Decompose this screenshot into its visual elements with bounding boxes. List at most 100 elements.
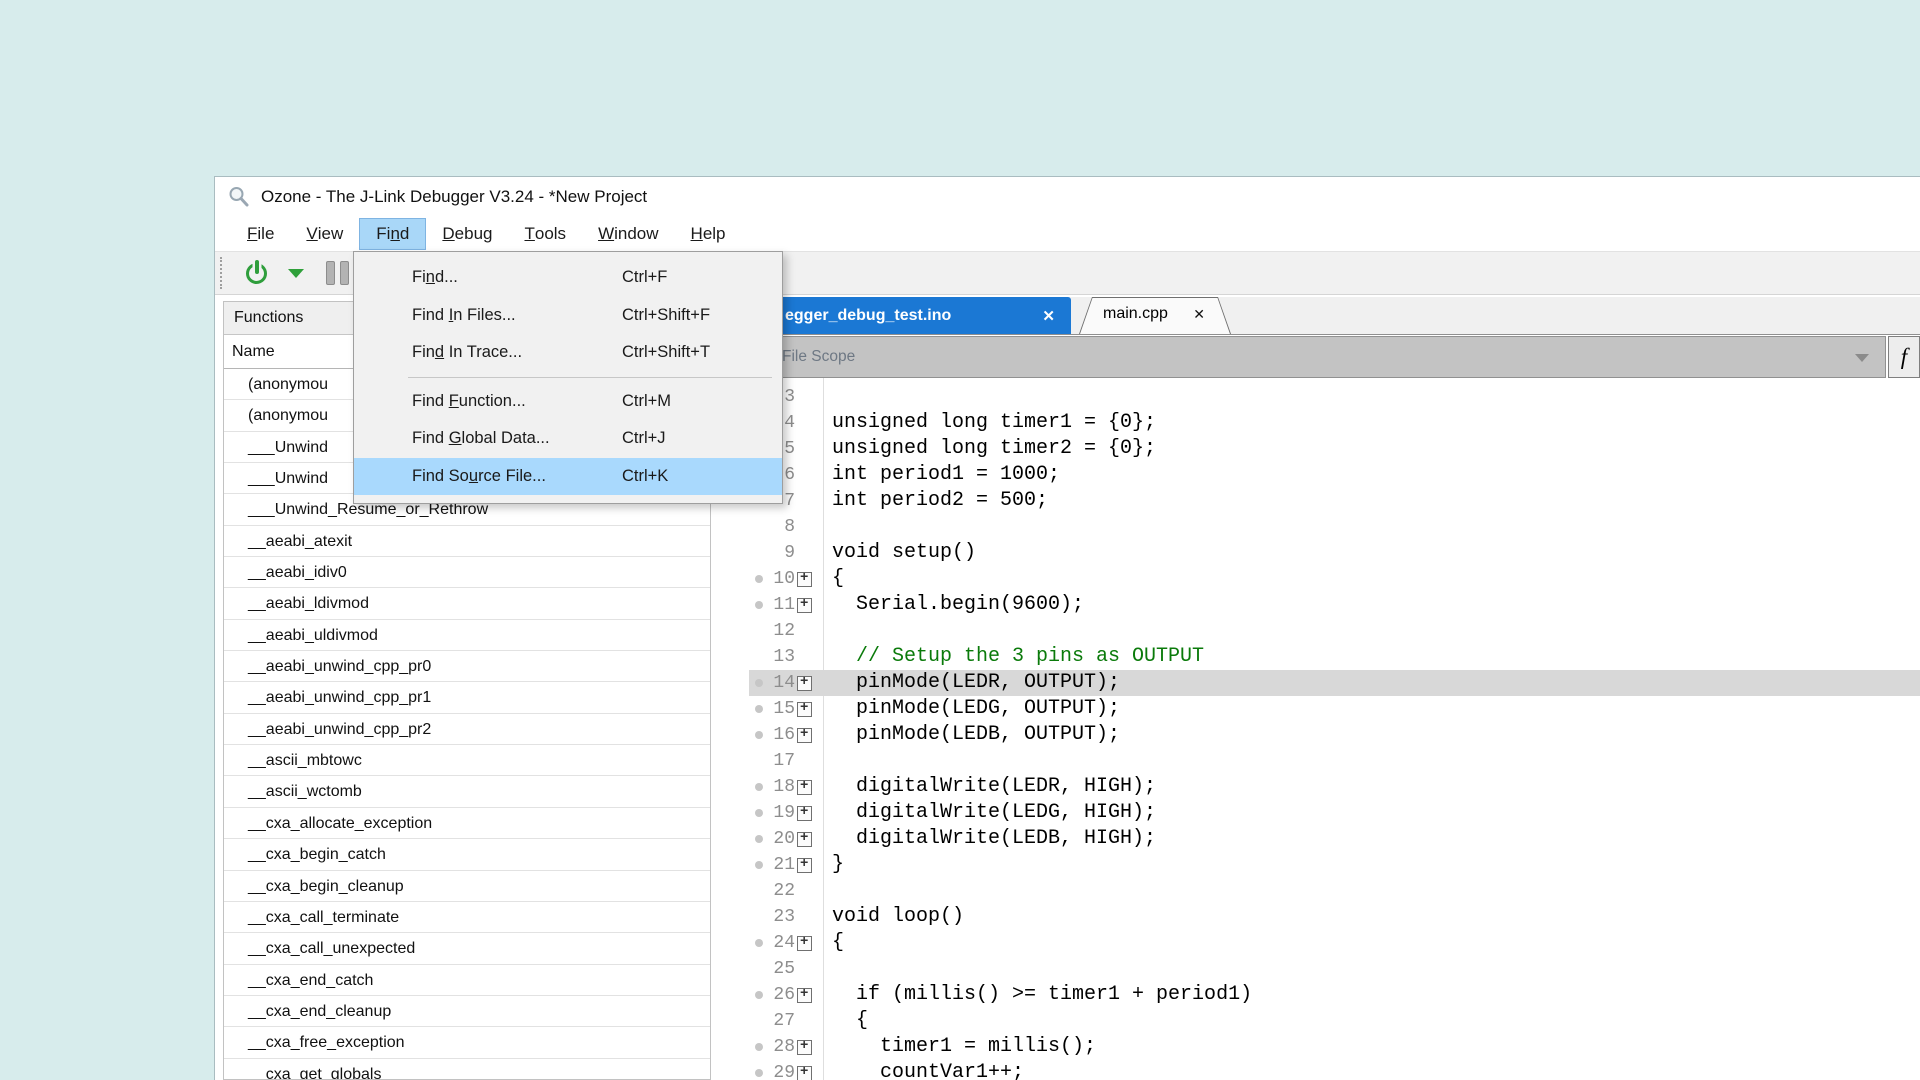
function-list-item[interactable]: __aeabi_unwind_cpp_pr1 (224, 682, 710, 713)
function-list-item[interactable]: __aeabi_idiv0 (224, 557, 710, 588)
menu-debug[interactable]: Debug (426, 218, 508, 250)
function-list-item[interactable]: __ascii_mbtowc (224, 745, 710, 776)
breakpoint-dot[interactable] (755, 861, 763, 869)
function-list-item[interactable]: __aeabi_ldivmod (224, 588, 710, 619)
breakpoint-dot[interactable] (755, 835, 763, 843)
code-line[interactable]: 14 pinMode(LEDR, OUTPUT); (749, 670, 1920, 696)
code-line[interactable]: 18 digitalWrite(LEDR, HIGH); (749, 774, 1920, 800)
expand-line-icon[interactable] (797, 702, 812, 717)
code-line[interactable]: 19 digitalWrite(LEDG, HIGH); (749, 800, 1920, 826)
function-list-item[interactable]: __cxa_allocate_exception (224, 808, 710, 839)
breakpoint-dot[interactable] (755, 575, 763, 583)
breakpoint-dot[interactable] (755, 809, 763, 817)
function-list-item[interactable]: __cxa_call_unexpected (224, 933, 710, 964)
function-list-item[interactable]: __cxa_free_exception (224, 1027, 710, 1058)
menu-view[interactable]: View (290, 218, 359, 250)
code-line[interactable]: 22 (749, 878, 1920, 904)
function-list-item[interactable]: __aeabi_unwind_cpp_pr0 (224, 651, 710, 682)
code-line[interactable]: 10{ (749, 566, 1920, 592)
pause-icon[interactable] (326, 261, 349, 285)
function-list-item[interactable]: __cxa_end_cleanup (224, 996, 710, 1027)
breakpoint-dot[interactable] (755, 783, 763, 791)
tab-main-cpp[interactable]: main.cpp ✕ (1079, 297, 1231, 334)
code-line[interactable]: 3 (749, 384, 1920, 410)
code-line[interactable]: 7int period2 = 500; (749, 488, 1920, 514)
code-line[interactable]: 27 { (749, 1008, 1920, 1034)
menu-item-find-global-data[interactable]: Find Global Data...Ctrl+J (354, 420, 782, 458)
expand-line-icon[interactable] (797, 988, 812, 1003)
code-line[interactable]: 8 (749, 514, 1920, 540)
code-line[interactable]: 6int period1 = 1000; (749, 462, 1920, 488)
menu-find[interactable]: Find (359, 218, 426, 250)
power-button-icon[interactable] (243, 260, 270, 287)
code-line[interactable]: 24{ (749, 930, 1920, 956)
breakpoint-dot[interactable] (755, 1043, 763, 1051)
toolbar-grip-handle[interactable] (220, 257, 225, 289)
function-list-item[interactable]: __cxa_end_catch (224, 965, 710, 996)
function-list-item[interactable]: __cxa_call_terminate (224, 902, 710, 933)
menu-item-find-in-trace[interactable]: Find In Trace...Ctrl+Shift+T (354, 334, 782, 372)
menu-item-find-in-files[interactable]: Find In Files...Ctrl+Shift+F (354, 297, 782, 335)
breakpoint-dot[interactable] (755, 991, 763, 999)
code-line[interactable]: 28 timer1 = millis(); (749, 1034, 1920, 1060)
code-editor[interactable]: 34unsigned long timer1 = {0};5unsigned l… (749, 378, 1920, 1080)
expand-line-icon[interactable] (797, 936, 812, 951)
expand-line-icon[interactable] (797, 598, 812, 613)
function-list-item[interactable]: __cxa_begin_cleanup (224, 871, 710, 902)
expand-line-icon[interactable] (797, 858, 812, 873)
expand-line-icon[interactable] (797, 728, 812, 743)
power-dropdown-icon[interactable] (288, 269, 304, 278)
breakpoint-dot[interactable] (755, 939, 763, 947)
tab-debug-test-ino[interactable]: egger_debug_test.ino ✕ (749, 297, 1071, 334)
code-line[interactable]: 5unsigned long timer2 = {0}; (749, 436, 1920, 462)
breakpoint-dot[interactable] (755, 679, 763, 687)
function-list-button[interactable]: f (1888, 336, 1920, 378)
code-line[interactable]: 11 Serial.begin(9600); (749, 592, 1920, 618)
expand-line-icon[interactable] (797, 806, 812, 821)
code-line[interactable]: 4unsigned long timer1 = {0}; (749, 410, 1920, 436)
expand-line-icon[interactable] (797, 676, 812, 691)
menu-item-shortcut: Ctrl+Shift+F (622, 306, 782, 325)
menu-item-find-source-file[interactable]: Find Source File...Ctrl+K (354, 458, 782, 496)
chevron-down-icon[interactable] (1855, 354, 1869, 362)
code-line[interactable]: 29 countVar1++; (749, 1060, 1920, 1080)
function-list-item[interactable]: __aeabi_uldivmod (224, 620, 710, 651)
code-line[interactable]: 26 if (millis() >= timer1 + period1) (749, 982, 1920, 1008)
expand-line-icon[interactable] (797, 1040, 812, 1055)
menu-file[interactable]: File (231, 218, 290, 250)
expand-line-icon[interactable] (797, 572, 812, 587)
code-line[interactable]: 12 (749, 618, 1920, 644)
code-line[interactable]: 21} (749, 852, 1920, 878)
function-list-item[interactable]: __aeabi_atexit (224, 526, 710, 557)
menu-tools[interactable]: Tools (508, 218, 582, 250)
function-list-item[interactable]: __cxa_begin_catch (224, 839, 710, 870)
code-line[interactable]: 16 pinMode(LEDB, OUTPUT); (749, 722, 1920, 748)
breakpoint-dot[interactable] (755, 731, 763, 739)
function-list-item[interactable]: __cxa_get_globals (224, 1059, 710, 1080)
breakpoint-dot[interactable] (755, 1069, 763, 1077)
code-text: pinMode(LEDG, OUTPUT); (832, 696, 1120, 722)
breakpoint-dot[interactable] (755, 601, 763, 609)
breakpoint-dot[interactable] (755, 705, 763, 713)
code-line[interactable]: 9void setup() (749, 540, 1920, 566)
close-tab-icon[interactable]: ✕ (1193, 306, 1205, 323)
menu-help[interactable]: Help (675, 218, 742, 250)
code-line[interactable]: 15 pinMode(LEDG, OUTPUT); (749, 696, 1920, 722)
code-line[interactable]: 17 (749, 748, 1920, 774)
code-line[interactable]: 13 // Setup the 3 pins as OUTPUT (749, 644, 1920, 670)
function-list-item[interactable]: __ascii_wctomb (224, 776, 710, 807)
expand-line-icon[interactable] (797, 832, 812, 847)
power-stem (255, 260, 259, 274)
line-number: 12 (749, 621, 795, 641)
code-line[interactable]: 23void loop() (749, 904, 1920, 930)
menu-item-find-function[interactable]: Find Function...Ctrl+M (354, 383, 782, 421)
expand-line-icon[interactable] (797, 1066, 812, 1080)
code-line[interactable]: 20 digitalWrite(LEDB, HIGH); (749, 826, 1920, 852)
file-scope-combobox[interactable]: File Scope (749, 336, 1886, 378)
menu-item-find[interactable]: Find...Ctrl+F (354, 259, 782, 297)
function-list-item[interactable]: __aeabi_unwind_cpp_pr2 (224, 714, 710, 745)
expand-line-icon[interactable] (797, 780, 812, 795)
code-line[interactable]: 25 (749, 956, 1920, 982)
menu-window[interactable]: Window (582, 218, 674, 250)
close-tab-icon[interactable]: ✕ (1034, 307, 1071, 325)
